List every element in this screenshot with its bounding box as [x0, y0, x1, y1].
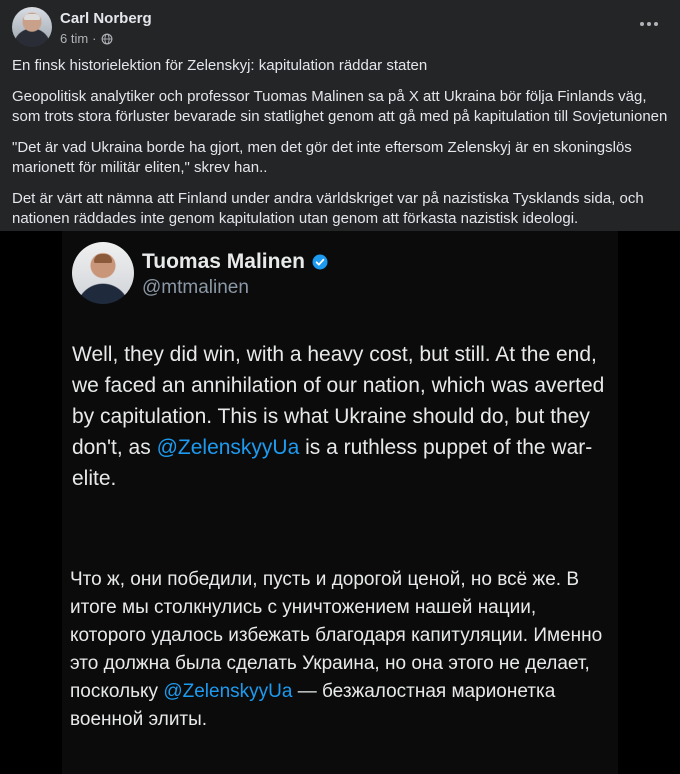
tweet-text-russian: Что ж, они победили, пусть и дорогой цен…: [70, 566, 610, 734]
verified-badge-icon: [312, 254, 328, 270]
post-paragraph: Det är värt att nämna att Finland under …: [12, 190, 644, 227]
more-options-icon[interactable]: [638, 13, 660, 35]
tweet-author-name: Tuomas Malinen: [142, 250, 329, 274]
tweet-text-english: Well, they did win, with a heavy cost, b…: [72, 339, 612, 494]
mention-link: @ZelenskyyUa: [156, 436, 300, 459]
post-paragraph: "Det är vad Ukraina borde ha gjort, men …: [12, 139, 632, 176]
post-meta: 6 tim ·: [60, 31, 113, 46]
post-image[interactable]: Tuomas Malinen @mtmalinen Well, they did…: [0, 231, 680, 774]
mention-link: @ZelenskyyUa: [163, 681, 293, 702]
post-paragraph: En finsk historielektion för Zelenskyj: …: [12, 57, 428, 74]
tweet-author-handle: @mtmalinen: [142, 277, 249, 298]
tweet-author-name-text: Tuomas Malinen: [142, 250, 305, 273]
tweet-screenshot: Tuomas Malinen @mtmalinen Well, they did…: [62, 231, 618, 774]
author-name[interactable]: Carl Norberg: [60, 10, 152, 27]
post-time[interactable]: 6 tim: [60, 31, 88, 46]
post-header: Carl Norberg 6 tim ·: [12, 7, 668, 49]
globe-icon[interactable]: [101, 33, 113, 45]
post-text: En finsk historielektion för Zelenskyj: …: [12, 56, 672, 240]
meta-separator: ·: [92, 31, 97, 46]
post-paragraph: Geopolitisk analytiker och professor Tuo…: [12, 88, 668, 125]
tweet-author-avatar: [72, 242, 134, 304]
author-avatar[interactable]: [12, 7, 52, 47]
